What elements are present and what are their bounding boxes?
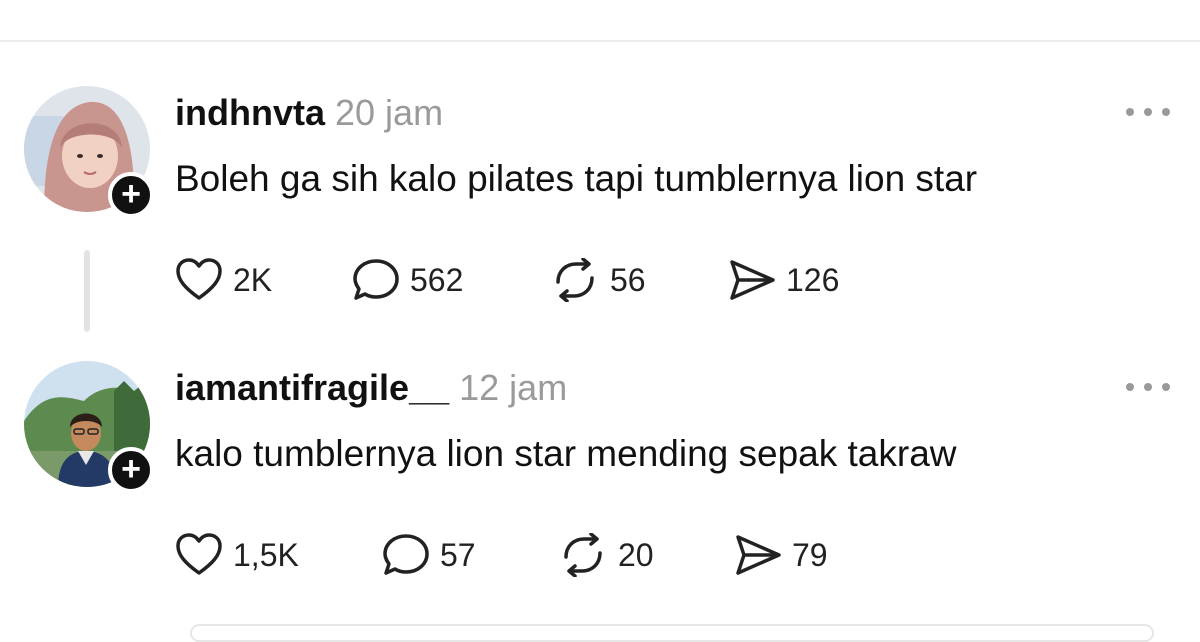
share-button[interactable]: 126: [728, 258, 839, 302]
heart-icon: [175, 533, 223, 577]
repost-icon: [550, 258, 600, 302]
post-header: indhnvta 20 jam: [175, 92, 443, 134]
timestamp[interactable]: 20 jam: [335, 92, 443, 133]
username[interactable]: indhnvta: [175, 92, 325, 133]
repost-icon: [558, 533, 608, 577]
reply-button[interactable]: 562: [352, 258, 463, 302]
repost-count: 20: [618, 536, 654, 573]
heart-icon: [175, 258, 223, 302]
comment-icon: [352, 258, 400, 302]
avatar-container[interactable]: +: [24, 361, 154, 493]
more-options-icon[interactable]: [1124, 104, 1172, 118]
like-button[interactable]: 2K: [175, 258, 272, 302]
like-count: 1,5K: [233, 536, 299, 573]
share-count: 79: [792, 536, 828, 573]
follow-plus-icon[interactable]: +: [108, 447, 154, 493]
post-text: Boleh ga sih kalo pilates tapi tumblerny…: [175, 158, 978, 199]
reply-button[interactable]: 57: [382, 533, 476, 577]
next-card-edge: [190, 624, 1154, 642]
share-button[interactable]: 79: [734, 533, 828, 577]
username[interactable]: iamantifragile__: [175, 367, 449, 408]
post-header: iamantifragile__ 12 jam: [175, 367, 567, 409]
reply-count: 562: [410, 261, 464, 298]
send-icon: [728, 258, 776, 302]
repost-count: 56: [610, 261, 646, 298]
repost-button[interactable]: 20: [558, 533, 654, 577]
more-options-icon[interactable]: [1124, 379, 1172, 393]
timestamp[interactable]: 12 jam: [459, 367, 567, 408]
post-text: kalo tumblernya lion star mending sepak …: [175, 433, 957, 474]
share-count: 126: [786, 261, 840, 298]
avatar-container[interactable]: +: [24, 86, 154, 218]
repost-button[interactable]: 56: [550, 258, 646, 302]
thread-line: [84, 250, 90, 332]
comment-icon: [382, 533, 430, 577]
like-button[interactable]: 1,5K: [175, 533, 299, 577]
like-count: 2K: [233, 261, 273, 298]
reply-count: 57: [440, 536, 476, 573]
send-icon: [734, 533, 782, 577]
follow-plus-icon[interactable]: +: [108, 172, 154, 218]
top-divider: [0, 40, 1200, 42]
